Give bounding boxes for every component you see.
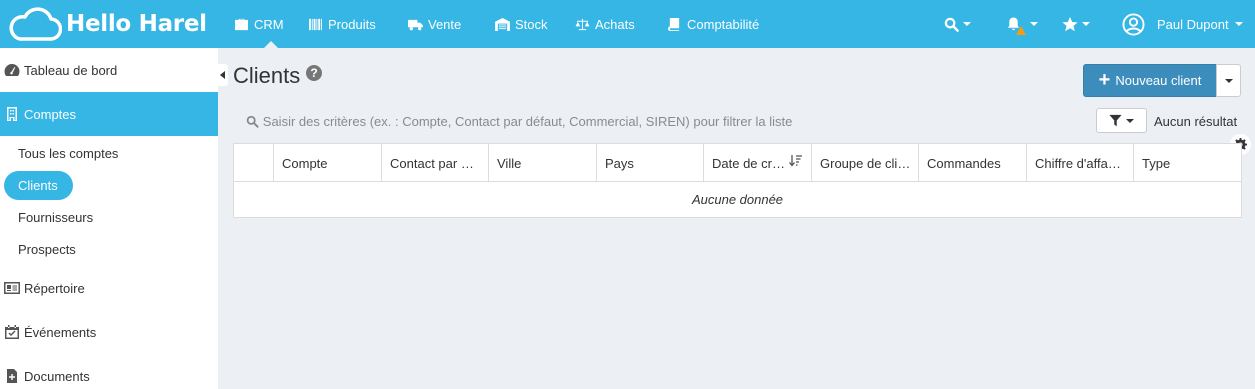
column-header-type[interactable]: Type bbox=[1134, 144, 1241, 182]
column-header-commandes[interactable]: Commandes bbox=[919, 144, 1027, 182]
table-header: Compte Contact par … Ville Pays Date de … bbox=[234, 144, 1241, 182]
sort-desc-icon bbox=[789, 155, 802, 167]
column-header-compte[interactable]: Compte bbox=[274, 144, 382, 182]
column-header-label: Date de cr… bbox=[712, 155, 785, 171]
dashboard-icon bbox=[4, 64, 20, 76]
nav-crm[interactable]: CRM bbox=[234, 0, 308, 48]
sidebar-item-repertoire[interactable]: Répertoire bbox=[0, 266, 218, 310]
user-menu[interactable]: Paul Dupont bbox=[1122, 0, 1243, 48]
nav-crm-label: CRM bbox=[254, 16, 284, 32]
nav-stock[interactable]: Stock bbox=[495, 0, 575, 48]
nav-achats[interactable]: Achats bbox=[575, 0, 667, 48]
app-name: Hello Harel bbox=[66, 11, 207, 37]
file-plus-icon bbox=[7, 369, 17, 383]
sidebar-item-tableau-de-bord[interactable]: Tableau de bord bbox=[0, 48, 218, 92]
subnav-fournisseurs[interactable]: Fournisseurs bbox=[18, 210, 93, 225]
page-title: Clients bbox=[233, 63, 301, 88]
nav-vente-label: Vente bbox=[428, 16, 462, 32]
warning-icon bbox=[1016, 25, 1026, 35]
sidebar-item-documents[interactable]: Documents bbox=[0, 354, 218, 389]
nav-produits-label: Produits bbox=[328, 16, 376, 32]
user-name: Paul Dupont bbox=[1157, 16, 1229, 32]
column-header-pays[interactable]: Pays bbox=[597, 144, 704, 182]
favorites-dropdown[interactable] bbox=[1062, 0, 1090, 48]
user-circle-icon bbox=[1122, 12, 1145, 36]
filter-icon bbox=[1109, 114, 1122, 127]
column-header-groupe-clients[interactable]: Groupe de cli… bbox=[812, 144, 919, 182]
nav-stock-label: Stock bbox=[515, 16, 548, 32]
subnav-tous-les-comptes[interactable]: Tous les comptes bbox=[18, 146, 118, 161]
top-navbar: Hello Harel CRM Produits Vente Stock Ach… bbox=[0, 0, 1255, 48]
chevron-down-icon bbox=[1224, 78, 1233, 83]
sidebar-item-evenements[interactable]: Événements bbox=[0, 310, 218, 354]
sidebar-item-label: Répertoire bbox=[24, 280, 85, 296]
notifications-dropdown[interactable] bbox=[1006, 0, 1038, 48]
result-count: Aucun résultat bbox=[1154, 114, 1238, 129]
star-icon bbox=[1062, 16, 1078, 31]
nav-comptabilite[interactable]: Comptabilité bbox=[667, 0, 777, 48]
search-icon bbox=[944, 17, 959, 32]
truck-icon bbox=[408, 19, 423, 30]
search-icon bbox=[246, 115, 259, 128]
new-client-dropdown-toggle[interactable] bbox=[1216, 64, 1241, 97]
sidebar-item-label: Événements bbox=[24, 324, 97, 340]
warehouse-icon bbox=[495, 17, 510, 31]
filter-search bbox=[234, 108, 794, 134]
search-dropdown[interactable] bbox=[944, 0, 971, 48]
subnav-clients[interactable]: Clients bbox=[4, 171, 73, 200]
column-header-chiffre-affaires[interactable]: Chiffre d'affa… bbox=[1027, 144, 1134, 182]
cloud-logo-icon bbox=[9, 7, 62, 41]
barcode-icon bbox=[309, 18, 322, 30]
new-client-button[interactable]: + Nouveau client bbox=[1083, 64, 1217, 97]
sidebar-item-label: Tableau de bord bbox=[24, 62, 118, 78]
sidebar: Tableau de bord Comptes Tous les comptes… bbox=[0, 48, 218, 389]
nav-vente[interactable]: Vente bbox=[408, 0, 495, 48]
column-header-date-creation[interactable]: Date de cr… bbox=[704, 144, 812, 182]
new-client-label: Nouveau client bbox=[1115, 73, 1202, 88]
column-header-contact[interactable]: Contact par … bbox=[382, 144, 489, 182]
subnav-prospects[interactable]: Prospects bbox=[18, 242, 76, 257]
nav-achats-label: Achats bbox=[595, 16, 635, 32]
empty-state-message: Aucune donnée bbox=[691, 192, 784, 207]
app-logo[interactable]: Hello Harel bbox=[6, 4, 207, 44]
clients-table: Compte Contact par … Ville Pays Date de … bbox=[233, 143, 1242, 218]
column-header-ville[interactable]: Ville bbox=[489, 144, 597, 182]
filter-button[interactable] bbox=[1096, 108, 1147, 133]
nav-produits[interactable]: Produits bbox=[308, 0, 408, 48]
help-icon[interactable]: ? bbox=[306, 65, 322, 81]
briefcase-icon bbox=[235, 18, 248, 30]
sidebar-collapse-toggle[interactable] bbox=[218, 64, 228, 86]
search-input[interactable] bbox=[262, 113, 794, 129]
scale-icon bbox=[575, 18, 590, 30]
book-icon bbox=[668, 17, 680, 31]
sidebar-item-label: Comptes bbox=[24, 106, 77, 122]
main-nav: CRM Produits Vente Stock Achats Comptabi… bbox=[234, 0, 777, 48]
select-column-header[interactable] bbox=[234, 144, 274, 182]
nav-comptabilite-label: Comptabilité bbox=[687, 16, 760, 32]
sidebar-item-comptes[interactable]: Comptes bbox=[0, 92, 218, 136]
calendar-check-icon bbox=[5, 325, 19, 339]
plus-icon: + bbox=[1098, 68, 1111, 91]
address-card-icon bbox=[4, 282, 20, 294]
building-icon bbox=[7, 107, 17, 121]
sidebar-item-label: Documents bbox=[24, 368, 90, 384]
chevron-down-icon bbox=[1126, 118, 1134, 123]
